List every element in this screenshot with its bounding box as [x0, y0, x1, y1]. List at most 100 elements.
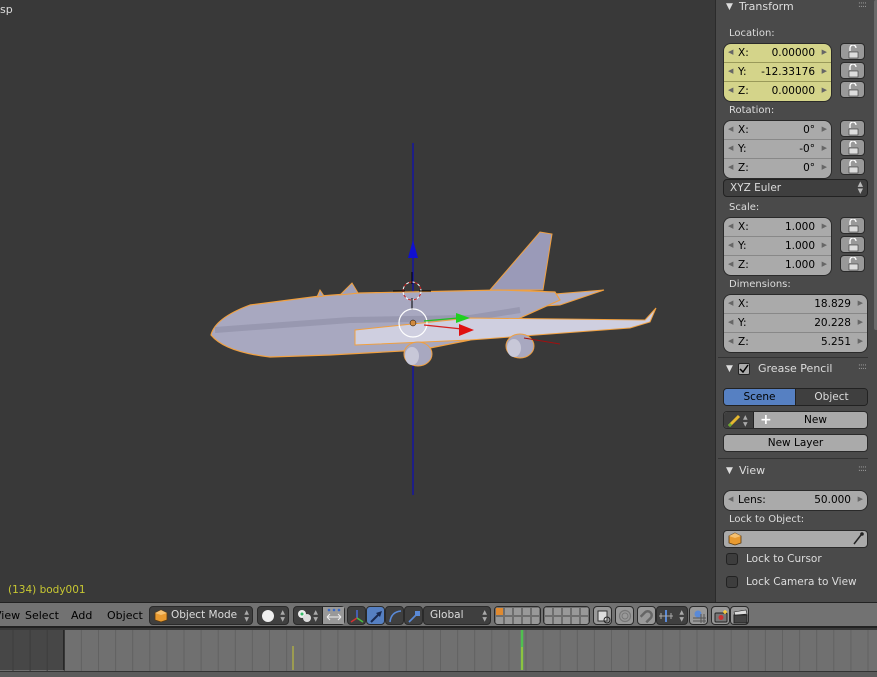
updown-arrows-icon: ▲ ▼: [244, 609, 249, 623]
snap-toggle-button[interactable]: [637, 606, 656, 625]
rotation-x-field[interactable]: ◀ X: 0° ▶: [724, 121, 831, 140]
rotation-y-field[interactable]: ◀ Y: -0° ▶: [724, 140, 831, 159]
lock-location-z-button[interactable]: [840, 81, 865, 98]
lock-rotation-x-button[interactable]: [840, 120, 865, 137]
lock-to-cursor-checkbox[interactable]: Lock to Cursor: [726, 553, 822, 565]
lock-scale-y-button[interactable]: [840, 236, 865, 253]
transform-panel-header[interactable]: ▼ Transform ::::: [716, 0, 868, 20]
viewport-shading-dropdown[interactable]: ▲ ▼: [257, 606, 289, 625]
grease-pencil-checkbox[interactable]: [738, 363, 750, 375]
scale-x-field[interactable]: ◀ X: 1.000 ▶: [724, 218, 831, 237]
drag-grip-icon[interactable]: ::::: [858, 362, 867, 372]
lock-camera-layers-button[interactable]: [593, 606, 612, 625]
lens-field[interactable]: ◀ Lens: 50.000 ▶: [724, 491, 867, 510]
layer-button[interactable]: [522, 607, 531, 616]
menu-select[interactable]: Select: [25, 609, 59, 622]
padlock-icon: [848, 219, 859, 233]
checkbox-box[interactable]: [726, 576, 738, 588]
layer-button[interactable]: [580, 616, 589, 624]
rotate-manipulator-button[interactable]: [385, 606, 404, 625]
scene-layers-group-1[interactable]: [494, 606, 541, 625]
layer-button[interactable]: [571, 616, 580, 624]
eyedropper-icon[interactable]: [852, 532, 864, 546]
menu-object[interactable]: Object: [107, 609, 143, 622]
mode-dropdown[interactable]: Object Mode ▲ ▼: [149, 606, 253, 625]
padlock-icon: [848, 238, 859, 252]
padlock-icon: [848, 160, 859, 174]
lock-location-x-button[interactable]: [840, 43, 865, 60]
location-y-field[interactable]: ◀ Y: -12.33176 ▶: [724, 63, 831, 82]
grease-pencil-panel-header[interactable]: ▼ Grease Pencil ::::: [716, 362, 868, 382]
layer-button[interactable]: [531, 607, 540, 616]
location-z-field[interactable]: ◀ Z: 0.00000 ▶: [724, 82, 831, 101]
layer-button[interactable]: [495, 616, 504, 624]
layer-button[interactable]: [495, 607, 504, 616]
manipulator-toggle-button[interactable]: [347, 606, 366, 625]
lock-location-y-button[interactable]: [840, 62, 865, 79]
layer-button[interactable]: [562, 607, 571, 616]
proportional-editing-button[interactable]: [615, 606, 634, 625]
new-grease-pencil-button[interactable]: New: [724, 414, 867, 426]
new-layer-button[interactable]: New Layer: [723, 434, 868, 452]
lock-rotation-z-button[interactable]: [840, 158, 865, 175]
opengl-render-button[interactable]: [711, 606, 730, 625]
tab-object[interactable]: Object: [795, 389, 867, 405]
layer-button[interactable]: [544, 607, 553, 616]
rotation-mode-dropdown[interactable]: XYZ Euler ▲ ▼: [723, 179, 868, 197]
rotation-z-field[interactable]: ◀ Z: 0° ▶: [724, 159, 831, 178]
scale-y-field[interactable]: ◀ Y: 1.000 ▶: [724, 237, 831, 256]
layer-button[interactable]: [562, 616, 571, 624]
layer-button[interactable]: [513, 616, 522, 624]
layer-button[interactable]: [544, 616, 553, 624]
z-axis-arrow: [408, 240, 418, 258]
layer-button[interactable]: [513, 607, 522, 616]
object-origin: [409, 319, 417, 327]
menu-view[interactable]: View: [0, 609, 20, 622]
lock-rotation-y-button[interactable]: [840, 139, 865, 156]
scene-layers-group-2[interactable]: [543, 606, 590, 625]
lock-scale-x-button[interactable]: [840, 217, 865, 234]
updown-arrows-icon: ▲ ▼: [482, 609, 487, 623]
3d-viewport[interactable]: sp (134) body001: [0, 0, 715, 602]
layer-button[interactable]: [553, 607, 562, 616]
layer-button[interactable]: [531, 616, 540, 624]
pivot-point-dropdown[interactable]: ▲ ▼: [293, 606, 345, 625]
collapse-triangle-icon: ▼: [726, 364, 733, 374]
grease-pencil-datablock: ▲ ▼ + New: [723, 411, 868, 429]
layer-button[interactable]: [580, 607, 589, 616]
dimensions-y-field[interactable]: ◀ Y: 20.228 ▶: [724, 314, 867, 333]
location-x-field[interactable]: ◀ X: 0.00000 ▶: [724, 44, 831, 63]
drag-grip-icon[interactable]: ::::: [858, 464, 867, 474]
transform-orientation-dropdown[interactable]: Global ▲ ▼: [423, 606, 491, 625]
scale-manipulator-button[interactable]: [404, 606, 423, 625]
manipulate-center-points-button[interactable]: [322, 607, 344, 624]
dimensions-x-field[interactable]: ◀ X: 18.829 ▶: [724, 295, 867, 314]
lock-scale-z-button[interactable]: [840, 255, 865, 272]
timeline-editor[interactable]: [0, 630, 877, 677]
snap-target-button[interactable]: [689, 606, 708, 625]
tab-scene[interactable]: Scene: [724, 389, 795, 405]
scale-fields: ◀ X: 1.000 ▶ ◀ Y: 1.000 ▶ ◀ Z: 1.000 ▶: [723, 217, 832, 276]
layer-button[interactable]: [504, 607, 513, 616]
lens-field-group: ◀ Lens: 50.000 ▶: [723, 490, 868, 511]
lock-to-object-field[interactable]: [723, 530, 868, 548]
menu-add[interactable]: Add: [71, 609, 92, 622]
scene-canvas[interactable]: [0, 0, 715, 602]
layer-button[interactable]: [571, 607, 580, 616]
rotation-locks: [840, 120, 865, 177]
snap-element-dropdown[interactable]: ▲ ▼: [656, 606, 688, 625]
scale-z-field[interactable]: ◀ Z: 1.000 ▶: [724, 256, 831, 275]
layer-button[interactable]: [553, 616, 562, 624]
lock-camera-to-view-checkbox[interactable]: Lock Camera to View: [726, 576, 857, 588]
view-panel-header[interactable]: ▼ View ::::: [716, 464, 868, 484]
layer-button[interactable]: [504, 616, 513, 624]
translate-manipulator-button[interactable]: [366, 606, 385, 625]
padlock-icon: [848, 45, 859, 59]
layer-button[interactable]: [522, 616, 531, 624]
checkbox-box[interactable]: [726, 553, 738, 565]
scale-locks: [840, 217, 865, 274]
drag-grip-icon[interactable]: ::::: [858, 0, 867, 10]
collapse-triangle-icon: ▼: [726, 2, 733, 12]
opengl-animation-button[interactable]: [730, 606, 749, 625]
dimensions-z-field[interactable]: ◀ Z: 5.251 ▶: [724, 333, 867, 352]
